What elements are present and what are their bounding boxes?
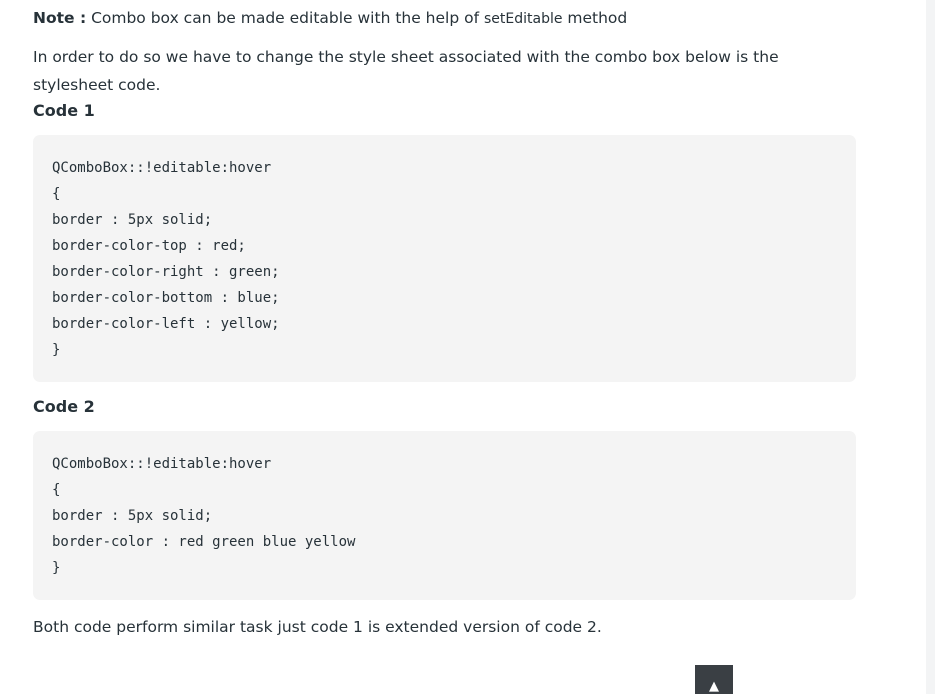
code-1-line: { [52, 186, 61, 202]
code-2-line: } [52, 560, 61, 576]
conclusion-text: Both code perform similar task just code… [33, 618, 602, 636]
code-2-line: border : 5px solid; [52, 508, 213, 524]
code-block-1: QComboBox::!editable:hover { border : 5p… [33, 135, 856, 382]
code-1-line: border-color-top : red; [52, 238, 246, 254]
code-1-line: border-color-bottom : blue; [52, 290, 280, 306]
code-block-2: QComboBox::!editable:hover { border : 5p… [33, 431, 856, 600]
note-inline-code: setEditable [483, 11, 563, 27]
right-rail [926, 0, 935, 694]
triangle-up-icon: ▲ [709, 679, 719, 694]
code-1-line: border : 5px solid; [52, 212, 213, 228]
intro-paragraph: In order to do so we have to change the … [33, 48, 779, 94]
code-2-line: QComboBox::!editable:hover [52, 456, 272, 472]
note-label: Note : [33, 9, 87, 27]
scroll-to-top-button[interactable]: ▲ [695, 665, 733, 694]
note-text-after: method [562, 9, 628, 27]
code-1-line: } [52, 342, 61, 358]
code-1-line: QComboBox::!editable:hover [52, 160, 272, 176]
code-1-line: border-color-right : green; [52, 264, 280, 280]
note-text-before: Combo box can be made editable with the … [86, 9, 484, 27]
code-2-line: { [52, 482, 61, 498]
code-1-heading: Code 1 [33, 101, 95, 120]
code-1-line: border-color-left : yellow; [52, 316, 280, 332]
code-2-heading: Code 2 [33, 397, 95, 416]
code-2-line: border-color : red green blue yellow [52, 534, 356, 550]
note-line: Note : Combo box can be made editable wi… [33, 8, 627, 29]
